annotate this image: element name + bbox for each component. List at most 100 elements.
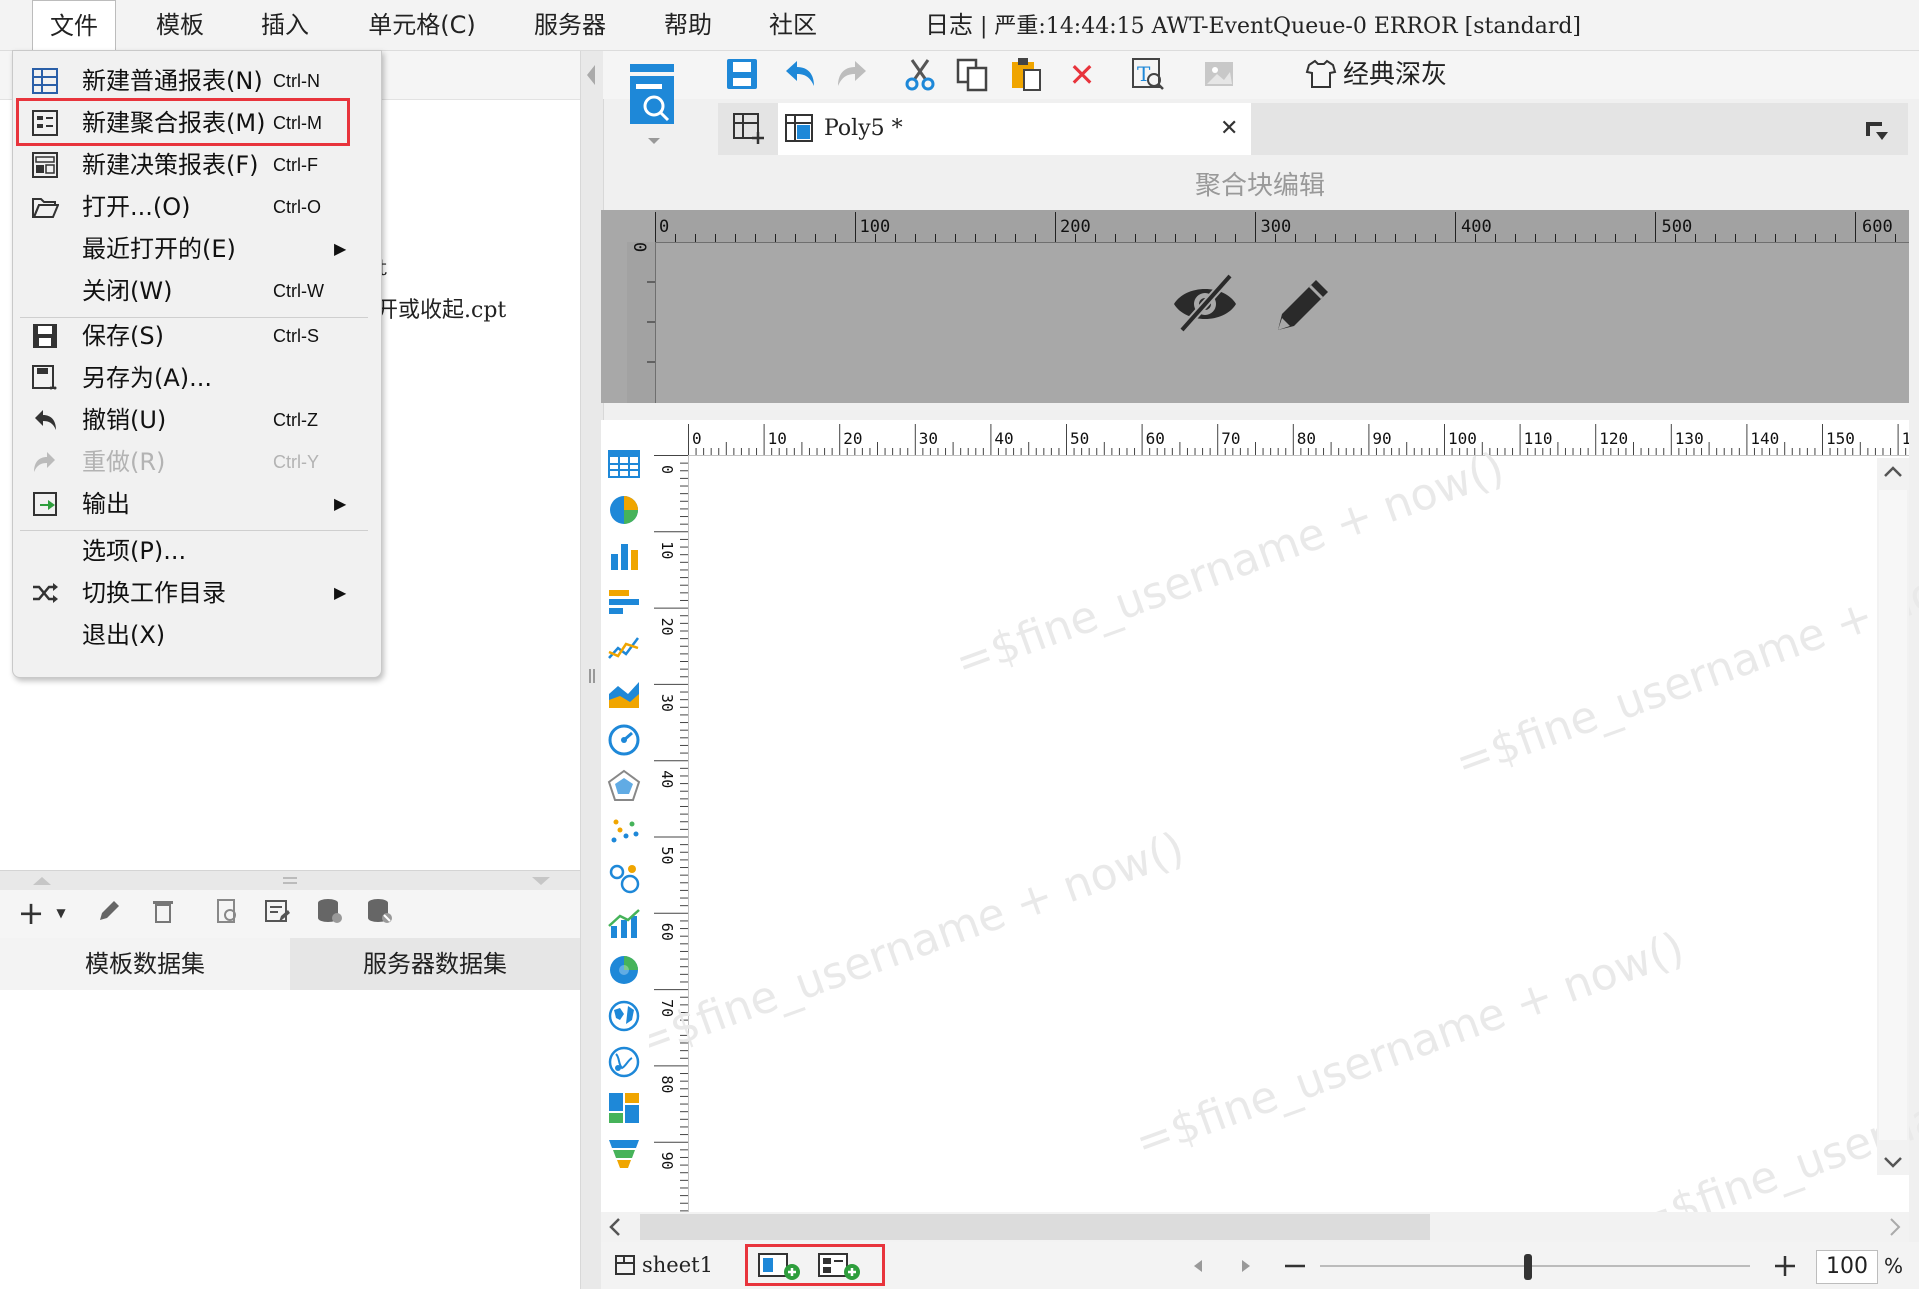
grid-add-icon[interactable] [730, 110, 770, 150]
menu-item-shortcut: Ctrl-W [273, 281, 324, 301]
close-icon[interactable]: ✕ [1220, 103, 1238, 155]
log-area[interactable]: 日志 | 严重:14:44:15 AWT-EventQueue-0 ERROR … [925, 0, 1581, 50]
table-chart-icon[interactable] [606, 446, 646, 486]
menu-switch-workdir[interactable]: 切换工作目录 ▶ [12, 573, 380, 613]
ruler-label: 50 [1070, 429, 1089, 448]
menu-template[interactable]: 模板 [140, 0, 220, 50]
delete-icon[interactable]: ✕ [1062, 56, 1102, 94]
donut-chart-icon[interactable] [606, 952, 646, 992]
area-chart-icon[interactable] [606, 676, 646, 716]
line-chart-icon[interactable] [606, 630, 646, 670]
menu-save[interactable]: 保存(S) Ctrl-S [12, 316, 380, 356]
ruler-label: 0 [692, 429, 702, 448]
menu-help[interactable]: 帮助 [650, 0, 726, 50]
menu-exit[interactable]: 退出(X) [12, 615, 380, 655]
scatter-chart-icon[interactable] [606, 814, 646, 854]
sheet-prev-icon[interactable] [1188, 1254, 1208, 1278]
paste-icon[interactable] [1006, 56, 1046, 94]
vertical-scrollbar[interactable] [1877, 458, 1909, 1175]
ruler-label: 80 [1297, 429, 1316, 448]
tree-item-fragment[interactable]: 开或收起.cpt [376, 292, 506, 324]
menu-item-label: 新建普通报表(N) [82, 67, 263, 95]
chevron-up-icon [1884, 466, 1902, 477]
bar-chart-icon[interactable] [606, 538, 646, 578]
ruler-label: 80 [658, 1075, 676, 1093]
menu-file[interactable]: 文件 [32, 0, 116, 51]
save-icon[interactable] [722, 56, 762, 94]
menu-server[interactable]: 服务器 [520, 0, 620, 50]
menu-options[interactable]: 选项(P)... [12, 531, 380, 571]
ruler-label: 30 [658, 694, 676, 712]
zoom-slider[interactable] [1320, 1252, 1750, 1280]
zoom-in-icon[interactable] [1772, 1252, 1798, 1280]
sheet-next-icon[interactable] [1236, 1254, 1256, 1278]
menu-close[interactable]: 关闭(W) Ctrl-W [12, 271, 380, 311]
menu-item-label: 切换工作目录 [82, 579, 226, 607]
ruler-label: 90 [658, 1152, 676, 1170]
edit-pencil-icon[interactable] [1270, 268, 1336, 338]
tab-menu-icon[interactable] [1862, 114, 1894, 146]
database-icon[interactable] [312, 896, 346, 930]
undo-icon[interactable] [780, 56, 820, 94]
dataset-edit-icon[interactable] [260, 896, 294, 930]
radar-chart-icon[interactable] [606, 768, 646, 808]
treemap-chart-icon[interactable] [606, 1090, 646, 1130]
ruler-label: 40 [994, 429, 1013, 448]
hide-icon[interactable] [1168, 268, 1242, 338]
map-chart-icon[interactable] [606, 998, 646, 1038]
menu-open[interactable]: 打开...(O) Ctrl-O [12, 187, 380, 227]
grid-report-icon [30, 67, 60, 95]
zoom-slider-thumb[interactable] [1524, 1254, 1532, 1280]
menu-recent[interactable]: 最近打开的(E) ▶ [12, 229, 380, 269]
copy-icon[interactable] [952, 56, 992, 94]
globe-chart-icon[interactable] [606, 1044, 646, 1084]
grip-icon [283, 877, 297, 879]
tab-poly5[interactable]: Poly5 * ✕ [778, 103, 1251, 155]
folder-open-icon [30, 193, 60, 221]
menu-item-shortcut: Ctrl-N [273, 71, 320, 91]
menu-redo[interactable]: 重做(R) Ctrl-Y [12, 442, 380, 482]
chevron-down-icon[interactable]: ▼ [44, 896, 78, 930]
cut-icon[interactable] [900, 56, 940, 94]
menu-save-as[interactable]: 另存为(A)... [12, 358, 380, 398]
menu-item-shortcut: Ctrl-Y [273, 452, 319, 472]
database-remove-icon[interactable] [362, 896, 396, 930]
redo-icon[interactable] [832, 56, 872, 94]
collapse-left-icon [587, 65, 595, 85]
menu-export[interactable]: 输出 ▶ [12, 484, 380, 524]
scroll-thumb[interactable] [640, 1214, 1430, 1240]
ruler-label: 110 [1524, 429, 1553, 448]
menu-new-form-report[interactable]: 新建决策报表(F) Ctrl-F [12, 145, 380, 185]
ruler-label: 0 [629, 242, 649, 253]
preview-icon[interactable] [618, 58, 688, 148]
zoom-input[interactable]: 100 [1816, 1250, 1878, 1284]
preview-dataset-icon[interactable] [210, 896, 244, 930]
bubble-chart-icon[interactable] [606, 860, 646, 900]
image-icon[interactable] [1200, 56, 1240, 94]
panel-splitter[interactable] [0, 870, 580, 891]
edit-icon[interactable] [92, 896, 126, 930]
ruler-label: 300 [1261, 217, 1292, 237]
delete-icon[interactable] [146, 896, 180, 930]
tab-template-datasets[interactable]: 模板数据集 [0, 938, 290, 990]
log-label[interactable]: 日志 [925, 11, 973, 39]
zoom-out-icon[interactable] [1282, 1252, 1308, 1280]
pie-chart-icon[interactable] [606, 492, 646, 532]
ruler-label: 150 [1826, 429, 1855, 448]
menu-new-grid-report[interactable]: 新建普通报表(N) Ctrl-N [12, 61, 380, 101]
menu-undo[interactable]: 撤销(U) Ctrl-Z [12, 400, 380, 440]
menu-cell[interactable]: 单元格(C) [352, 0, 492, 50]
shuffle-icon [30, 579, 60, 607]
menu-item-label: 撤销(U) [82, 406, 167, 434]
ruler-label: 60 [1146, 429, 1165, 448]
tab-server-datasets[interactable]: 服务器数据集 [290, 938, 580, 990]
gauge-chart-icon[interactable] [606, 722, 646, 762]
menu-community[interactable]: 社区 [755, 0, 831, 50]
text-format-icon[interactable]: T [1128, 56, 1168, 94]
funnel-chart-icon[interactable] [606, 1136, 646, 1176]
menu-insert[interactable]: 插入 [245, 0, 325, 50]
horizontal-bar-chart-icon[interactable] [606, 584, 646, 624]
add-dataset-icon[interactable]: + [14, 896, 48, 930]
combo-chart-icon[interactable] [606, 906, 646, 946]
chevron-down-icon [1884, 1157, 1902, 1168]
